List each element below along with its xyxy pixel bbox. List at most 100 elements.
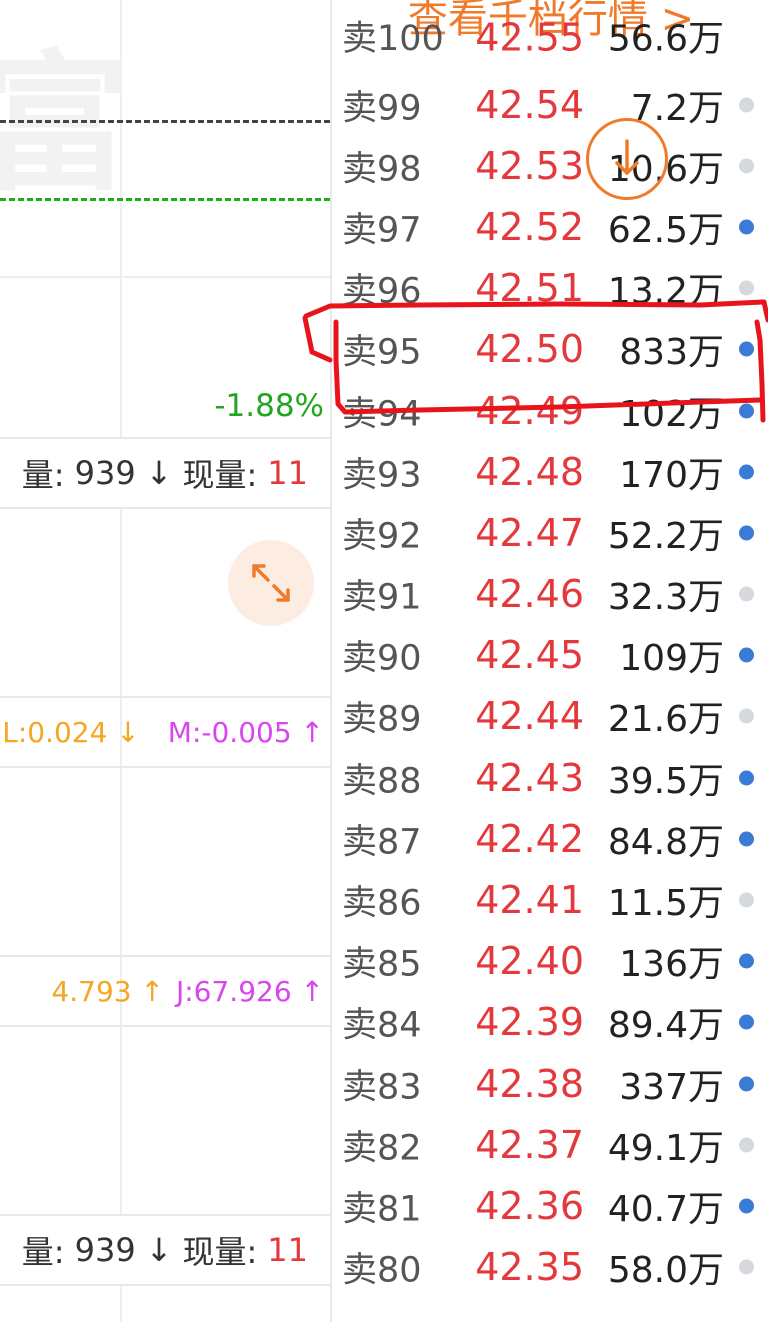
order-status-dot — [739, 1076, 754, 1092]
order-book-row[interactable]: 卖88 42.43 39.5万 — [332, 747, 768, 808]
ask-level-label: 卖96 — [342, 271, 422, 312]
ask-volume: 84.8万 — [607, 821, 724, 863]
order-book-list[interactable]: 卖100 42.55 56.6万 卖99 42.54 7.2万 卖98 42.53 10.… — [332, 16, 768, 1298]
order-book-row[interactable]: 卖98 42.53 10.6万 — [332, 135, 768, 196]
order-status-dot — [739, 464, 754, 480]
ask-level-label: 卖93 — [342, 455, 422, 496]
order-status-dot — [739, 1198, 754, 1214]
order-status-dot — [739, 831, 754, 847]
ask-level-label: 卖84 — [342, 1005, 422, 1046]
volume-now-label: 现量: — [182, 456, 258, 494]
order-book-row[interactable]: 卖92 42.47 52.2万 — [332, 502, 768, 563]
order-status-dot — [739, 586, 754, 602]
macd-bar: L:0.024 ↓ M:-0.005 ↑ — [0, 696, 330, 768]
grid-line-vertical — [120, 510, 122, 700]
macd-value-1: L:0.024 ↓ — [2, 715, 140, 749]
ask-level-label: 卖98 — [342, 149, 422, 190]
order-book-row[interactable]: 卖91 42.46 32.3万 — [332, 564, 768, 625]
grid-line-horizontal — [0, 276, 330, 278]
ask-price: 42.45 — [475, 633, 584, 678]
order-book-row[interactable]: 卖84 42.39 89.4万 — [332, 992, 768, 1053]
ask-volume: 52.2万 — [607, 515, 724, 557]
order-book-row[interactable]: 卖95 42.50 833万 — [332, 319, 768, 380]
order-book-row[interactable]: 卖96 42.51 13.2万 — [332, 258, 768, 319]
ask-volume: 32.3万 — [607, 577, 724, 619]
volume-total-label: 量: — [21, 456, 65, 494]
grid-line-vertical — [120, 770, 122, 950]
ask-level-label: 卖95 — [342, 332, 422, 373]
ask-level-label: 卖89 — [342, 699, 422, 740]
order-book-row[interactable]: 卖89 42.44 21.6万 — [332, 686, 768, 747]
ask-volume: 337万 — [619, 1066, 724, 1108]
ask-price: 42.53 — [475, 143, 584, 188]
scroll-to-current-button[interactable] — [586, 118, 668, 200]
ask-volume: 39.5万 — [607, 760, 724, 802]
ask-volume: 833万 — [619, 332, 724, 374]
order-status-dot — [739, 403, 754, 419]
ask-volume: 13.2万 — [607, 271, 724, 313]
ask-level-label: 卖83 — [342, 1067, 422, 1108]
reference-line — [0, 120, 330, 123]
expand-icon — [252, 564, 290, 602]
order-status-dot — [739, 1137, 754, 1153]
kdj-value-1: 4.793 ↑ — [51, 974, 164, 1008]
volume-arrow: ↓ — [145, 454, 173, 492]
ask-level-label: 卖100 — [342, 19, 444, 60]
order-book-panel[interactable]: 查看千档行情 > 卖100 42.55 56.6万 卖99 42.54 7.2万 卖9… — [330, 0, 768, 1322]
chart-panel[interactable]: 富 -1.88% 量: 939 ↓ 现量: 11 L:0.024 ↓ M:-0.… — [0, 0, 330, 1322]
volume-now-label: 现量: — [182, 1233, 258, 1271]
ask-level-label: 卖97 — [342, 210, 422, 251]
order-status-dot — [739, 892, 754, 908]
ask-price: 42.54 — [475, 82, 584, 127]
ask-price: 42.42 — [475, 816, 584, 861]
order-book-row[interactable]: 卖85 42.40 136万 — [332, 931, 768, 992]
ask-level-label: 卖85 — [342, 944, 422, 985]
grid-line-vertical — [120, 1030, 122, 1210]
ask-price: 42.46 — [475, 572, 584, 617]
order-book-row: 卖100 42.55 56.6万 — [332, 16, 768, 74]
order-book-row[interactable]: 卖97 42.52 62.5万 — [332, 196, 768, 257]
order-book-row[interactable]: 卖83 42.38 337万 — [332, 1053, 768, 1114]
ask-volume: 56.6万 — [607, 18, 724, 60]
ask-volume: 11.5万 — [607, 883, 724, 925]
ask-volume: 89.4万 — [607, 1005, 724, 1047]
expand-button[interactable] — [228, 540, 314, 626]
ask-price: 42.39 — [475, 1000, 584, 1045]
order-status-dot — [739, 953, 754, 969]
ask-price: 42.43 — [475, 755, 584, 800]
ask-price: 42.36 — [475, 1183, 584, 1228]
ask-level-label: 卖88 — [342, 761, 422, 802]
order-book-row[interactable]: 卖93 42.48 170万 — [332, 441, 768, 502]
ask-level-label: 卖81 — [342, 1189, 422, 1230]
ask-price: 42.41 — [475, 878, 584, 923]
ask-price: 42.44 — [475, 694, 584, 739]
order-book-row[interactable]: 卖80 42.35 58.0万 — [332, 1237, 768, 1298]
order-book-row[interactable]: 卖81 42.36 40.7万 — [332, 1175, 768, 1236]
ask-price: 42.49 — [475, 388, 584, 433]
volume-info-bar: 量: 939 ↓ 现量: 11 — [0, 437, 330, 509]
ask-price: 42.37 — [475, 1122, 584, 1167]
ask-volume: 49.1万 — [607, 1127, 724, 1169]
order-status-dot — [739, 708, 754, 724]
order-book-row[interactable]: 卖94 42.49 102万 — [332, 380, 768, 441]
order-status-dot — [739, 1259, 754, 1275]
kdj-bar: 4.793 ↑ J:67.926 ↑ — [0, 955, 330, 1027]
volume-total-label: 量: — [21, 1233, 65, 1271]
average-line — [0, 198, 330, 201]
ask-volume: 136万 — [619, 944, 724, 986]
order-book-row[interactable]: 卖82 42.37 49.1万 — [332, 1114, 768, 1175]
ask-price: 42.40 — [475, 939, 584, 984]
ask-volume: 170万 — [619, 454, 724, 496]
order-status-dot — [739, 647, 754, 663]
order-book-row[interactable]: 卖86 42.41 11.5万 — [332, 869, 768, 930]
change-percent: -1.88% — [214, 388, 324, 424]
order-book-row[interactable]: 卖87 42.42 84.8万 — [332, 808, 768, 869]
ask-level-label: 卖99 — [342, 88, 422, 129]
order-book-row[interactable]: 卖99 42.54 7.2万 — [332, 74, 768, 135]
order-status-dot — [739, 280, 754, 296]
ask-price: 42.55 — [475, 15, 584, 60]
ask-level-label: 卖91 — [342, 577, 422, 618]
ask-level-label: 卖86 — [342, 883, 422, 924]
order-book-row[interactable]: 卖90 42.45 109万 — [332, 625, 768, 686]
watermark: 富 — [0, 38, 131, 212]
